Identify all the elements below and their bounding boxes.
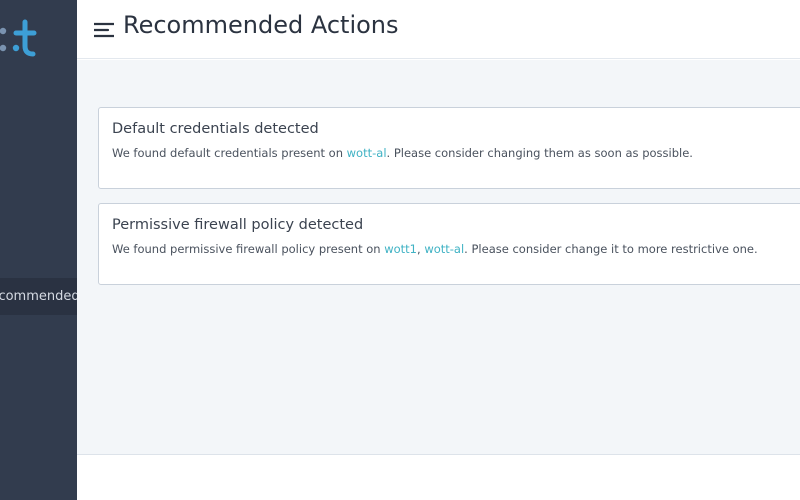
device-link-wott-al[interactable]: wott-al — [424, 242, 464, 256]
footer — [77, 456, 800, 500]
action-card-default-credentials: Default credentials detected We found de… — [98, 107, 800, 189]
action-text-before: We found default credentials present on — [112, 146, 347, 160]
action-title: Permissive firewall policy detected — [112, 217, 364, 233]
sidebar: Recommended Actions — [0, 0, 77, 500]
action-text-after: . Please consider change it to more rest… — [464, 242, 758, 256]
page-header: Recommended Actions — [77, 0, 800, 59]
action-text-after: . Please consider changing them as soon … — [386, 146, 693, 160]
sidebar-item-recommended-actions[interactable]: Recommended Actions — [0, 278, 77, 315]
main-content: Default credentials detected We found de… — [77, 60, 800, 455]
page-title: Recommended Actions — [123, 11, 399, 39]
action-card-permissive-firewall: Permissive firewall policy detected We f… — [98, 203, 800, 285]
action-title: Default credentials detected — [112, 121, 319, 137]
sidebar-item-label: Recommended Actions — [0, 289, 77, 304]
device-link-wott-al[interactable]: wott-al — [347, 146, 387, 160]
action-text-before: We found permissive firewall policy pres… — [112, 242, 385, 256]
wott-logo-icon[interactable] — [0, 18, 40, 66]
action-description: We found permissive firewall policy pres… — [112, 242, 758, 256]
device-link-wott1[interactable]: wott1 — [384, 242, 417, 256]
action-description: We found default credentials present on … — [112, 146, 693, 160]
hamburger-menu-icon[interactable] — [94, 22, 114, 38]
